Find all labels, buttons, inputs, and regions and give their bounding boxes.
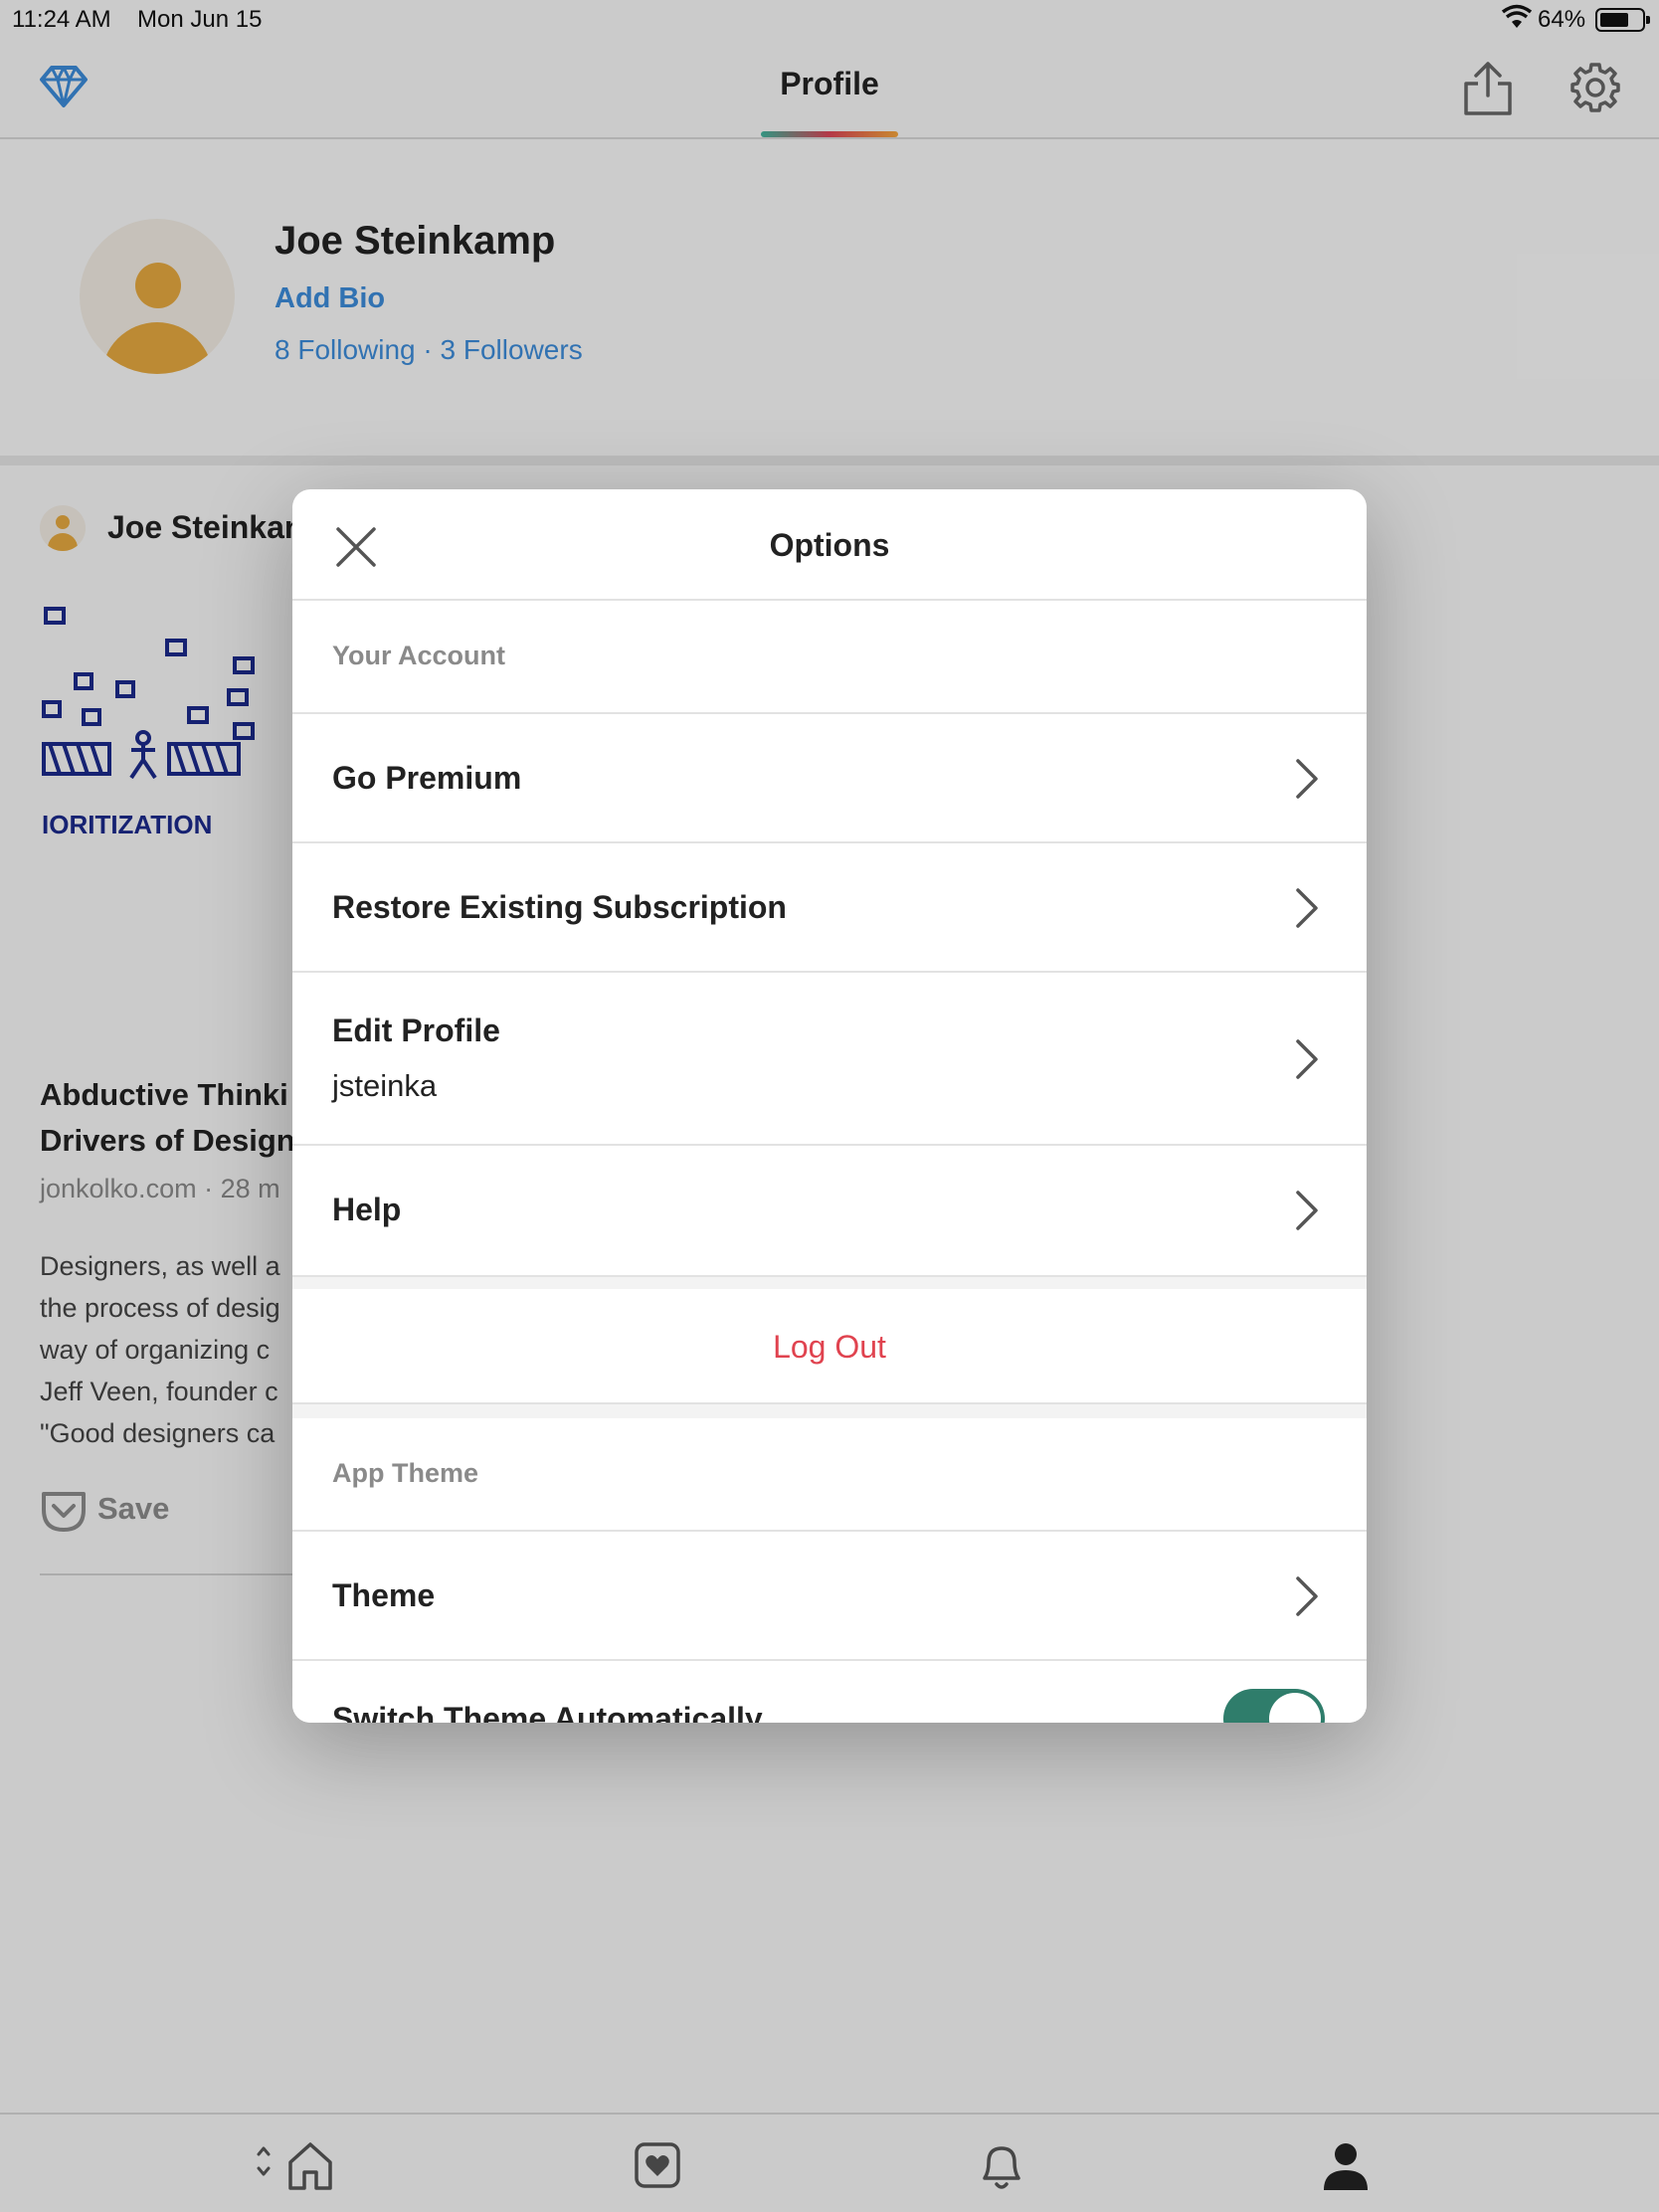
section-your-account: Your Account — [292, 601, 1367, 714]
theme-label: Theme — [332, 1577, 436, 1613]
log-out-row[interactable]: Log Out — [292, 1289, 1367, 1404]
chevron-right-icon — [1295, 1038, 1319, 1085]
options-modal: Options Your Account Go Premium Restore … — [292, 489, 1367, 1723]
log-out-button[interactable]: Log Out — [292, 1329, 1367, 1366]
chevron-right-icon — [1295, 1190, 1319, 1236]
chevron-right-icon — [1295, 1575, 1319, 1622]
go-premium-row[interactable]: Go Premium — [292, 714, 1367, 843]
section-gap — [292, 1404, 1367, 1418]
switch-theme-row: Switch Theme Automatically — [292, 1661, 1367, 1723]
go-premium-label: Go Premium — [332, 760, 522, 796]
edit-profile-row[interactable]: Edit Profile jsteinka — [292, 973, 1367, 1146]
restore-subscription-label: Restore Existing Subscription — [332, 889, 787, 925]
username-value: jsteinka — [332, 1068, 438, 1103]
section-label-theme: App Theme — [332, 1458, 479, 1488]
chevron-right-icon — [1295, 758, 1319, 805]
help-row[interactable]: Help — [292, 1146, 1367, 1275]
restore-subscription-row[interactable]: Restore Existing Subscription — [292, 843, 1367, 973]
section-gap — [292, 1275, 1367, 1289]
modal-title: Options — [769, 527, 890, 563]
switch-theme-toggle[interactable] — [1223, 1689, 1325, 1723]
section-app-theme: App Theme — [292, 1418, 1367, 1532]
switch-theme-label: Switch Theme Automatically — [332, 1701, 763, 1723]
section-label-account: Your Account — [332, 641, 505, 670]
help-label: Help — [332, 1192, 402, 1227]
edit-profile-label: Edit Profile — [332, 1013, 500, 1048]
modal-header: Options — [292, 489, 1367, 601]
chevron-right-icon — [1295, 887, 1319, 934]
theme-row[interactable]: Theme — [292, 1532, 1367, 1661]
